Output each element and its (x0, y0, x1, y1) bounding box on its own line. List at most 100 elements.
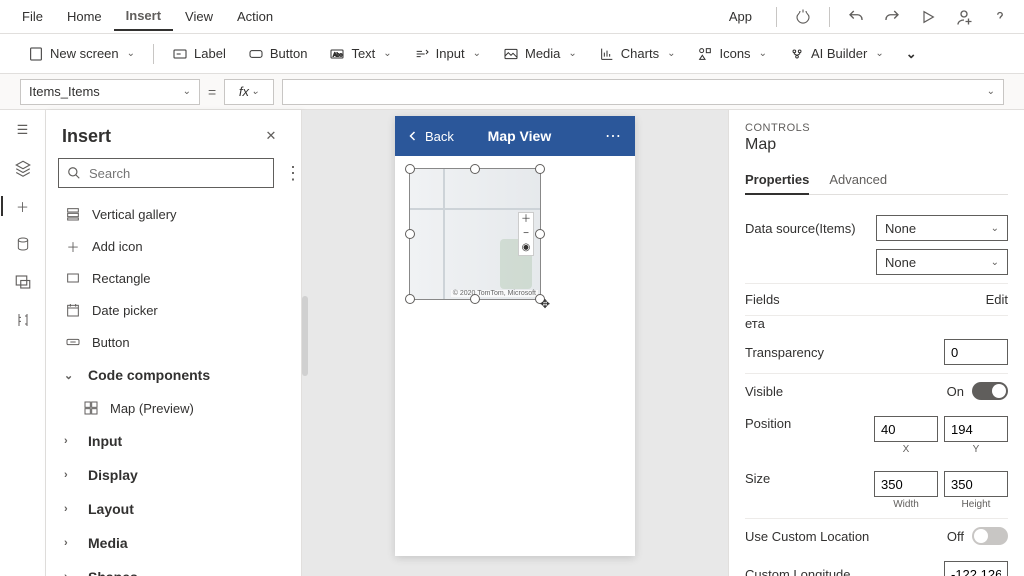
props-tabs: Properties Advanced (745, 166, 1008, 195)
divider (776, 7, 777, 27)
button-button[interactable]: Button (240, 42, 316, 66)
button-icon (64, 333, 82, 351)
svg-text:Abc: Abc (333, 52, 343, 58)
tab-properties[interactable]: Properties (745, 166, 809, 195)
help-icon[interactable] (986, 3, 1014, 31)
redo-icon[interactable] (878, 3, 906, 31)
chevron-right-icon: › (64, 503, 78, 515)
map-control-selected[interactable]: ＋−◉ © 2020 TomTom, Microsoft ✥ (409, 168, 541, 300)
app-checker-icon[interactable] (789, 3, 817, 31)
scrollbar[interactable] (302, 296, 308, 376)
insert-panel-title: Insert (62, 126, 111, 147)
label-label: Label (194, 46, 226, 61)
resize-handle[interactable] (535, 164, 545, 174)
map-zoom-controls[interactable]: ＋−◉ (518, 212, 534, 256)
item-add-icon[interactable]: ＋Add icon (54, 230, 293, 262)
property-selector-value: Items_Items (29, 84, 100, 99)
item-layout[interactable]: ›Layout (54, 492, 293, 526)
formula-bar: Items_Items ⌄ = fx⌄ ⌄ (0, 74, 1024, 110)
tools-icon[interactable] (13, 310, 33, 330)
text-label: Text (351, 46, 375, 61)
item-input[interactable]: ›Input (54, 424, 293, 458)
charts-button[interactable]: Charts⌄ (591, 42, 684, 66)
visible-toggle[interactable] (972, 382, 1008, 400)
new-screen-button[interactable]: New screen⌄ (20, 42, 143, 66)
property-selector[interactable]: Items_Items ⌄ (20, 79, 200, 105)
properties-panel: CONTROLS Map Properties Advanced Data so… (728, 110, 1024, 576)
custom-longitude-input[interactable] (944, 561, 1008, 576)
position-x-input[interactable] (874, 416, 938, 442)
item-display[interactable]: ›Display (54, 458, 293, 492)
height-input[interactable] (944, 471, 1008, 497)
data-source-dropdown-2[interactable]: None⌄ (876, 249, 1008, 275)
resize-handle[interactable] (405, 229, 415, 239)
item-code-components[interactable]: ⌄Code components (54, 358, 293, 392)
transparency-input[interactable] (944, 339, 1008, 365)
insert-panel: Insert ✕ ⋮ Vertical gallery ＋Add icon Re… (46, 110, 302, 576)
search-input[interactable] (58, 158, 274, 188)
input-label: Input (436, 46, 465, 61)
media-rail-icon[interactable] (13, 272, 33, 292)
menu-insert[interactable]: Insert (114, 2, 173, 31)
gallery-icon (64, 205, 82, 223)
ribbon-expand-icon[interactable]: ⌄ (898, 42, 925, 66)
menu-app[interactable]: App (717, 3, 764, 30)
custom-location-toggle[interactable] (972, 527, 1008, 545)
controls-section-label: CONTROLS (745, 122, 1008, 134)
text-button[interactable]: Abc Text⌄ (321, 42, 399, 66)
app-more-icon[interactable]: ⋯ (605, 126, 623, 146)
data-source-dropdown[interactable]: None⌄ (876, 215, 1008, 241)
resize-handle[interactable] (405, 164, 415, 174)
ai-builder-button[interactable]: AI Builder⌄ (781, 42, 892, 66)
formula-input[interactable]: ⌄ (282, 79, 1004, 105)
equals-sign: = (208, 84, 216, 100)
tree-view-icon[interactable]: ☰ (13, 120, 33, 140)
width-input[interactable] (874, 471, 938, 497)
layers-icon[interactable] (13, 158, 33, 178)
item-button[interactable]: Button (54, 326, 293, 358)
resize-handle[interactable] (405, 294, 415, 304)
resize-handle[interactable] (470, 294, 480, 304)
icons-button[interactable]: Icons⌄ (689, 42, 774, 66)
menu-action[interactable]: Action (225, 3, 285, 30)
input-button[interactable]: Input⌄ (406, 42, 489, 66)
insert-rail-icon[interactable]: ＋ (1, 196, 33, 216)
item-map-preview[interactable]: Map (Preview) (54, 392, 293, 424)
position-y-input[interactable] (944, 416, 1008, 442)
insert-list: Vertical gallery ＋Add icon Rectangle Dat… (46, 198, 301, 576)
fx-button[interactable]: fx⌄ (224, 79, 274, 105)
tab-advanced[interactable]: Advanced (829, 166, 887, 194)
chevron-down-icon: ⌄ (183, 86, 191, 97)
item-rectangle[interactable]: Rectangle (54, 262, 293, 294)
edit-fields-link[interactable]: Edit (986, 292, 1008, 307)
search-field[interactable] (89, 166, 265, 181)
prop-data-source: Data source(Items) None⌄ (745, 207, 1008, 249)
menu-file[interactable]: File (10, 3, 55, 30)
item-shapes[interactable]: ›Shapes (54, 560, 293, 576)
item-media[interactable]: ›Media (54, 526, 293, 560)
prop-custom-location: Use Custom Location Off (745, 519, 1008, 553)
prop-position: Position X Y (745, 408, 1008, 463)
map-icon (82, 399, 100, 417)
item-date-picker[interactable]: Date picker (54, 294, 293, 326)
data-icon[interactable] (13, 234, 33, 254)
phone-preview: Back Map View ⋯ ＋−◉ © 2020 TomTom, Micro… (395, 116, 635, 556)
play-icon[interactable] (914, 3, 942, 31)
prop-fields: Fields Edit (745, 284, 1008, 316)
label-button[interactable]: Label (164, 42, 234, 66)
menu-home[interactable]: Home (55, 3, 114, 30)
resize-handle[interactable] (470, 164, 480, 174)
close-icon[interactable]: ✕ (257, 122, 285, 150)
ai-builder-label: AI Builder (811, 46, 867, 61)
canvas[interactable]: Back Map View ⋯ ＋−◉ © 2020 TomTom, Micro… (302, 110, 728, 576)
menu-view[interactable]: View (173, 3, 225, 30)
item-vertical-gallery[interactable]: Vertical gallery (54, 198, 293, 230)
new-screen-label: New screen (50, 46, 119, 61)
share-icon[interactable] (950, 3, 978, 31)
divider (829, 7, 830, 27)
media-button[interactable]: Media⌄ (495, 42, 585, 66)
chevron-right-icon: › (64, 435, 78, 447)
resize-handle[interactable] (535, 229, 545, 239)
undo-icon[interactable] (842, 3, 870, 31)
app-title: Map View (446, 128, 593, 144)
